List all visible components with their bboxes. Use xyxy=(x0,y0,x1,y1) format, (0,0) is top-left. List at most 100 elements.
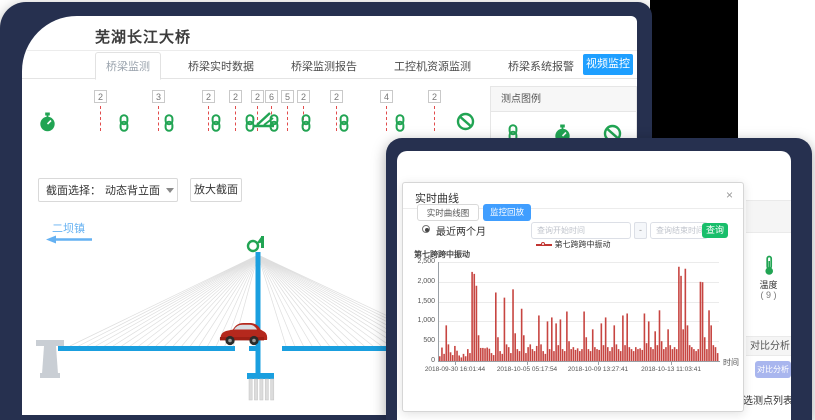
main-tab-4[interactable]: 工控机资源监测 xyxy=(384,53,481,79)
thermometer-icon[interactable] xyxy=(763,255,776,276)
chain-link-icon[interactable] xyxy=(210,114,222,132)
sensor-count-box: 2 xyxy=(94,90,107,103)
chart-gridline xyxy=(439,321,719,322)
main-tab-1[interactable]: 桥梁监测 xyxy=(95,52,161,80)
sensor-icon-wrap xyxy=(210,114,222,137)
temperature-count: ( 9 ) xyxy=(746,290,791,300)
sensor-count-box: 6 xyxy=(265,90,278,103)
x-axis-tick xyxy=(455,362,456,365)
compare-section-header: 对比分析 xyxy=(746,336,791,356)
y-axis-tick-label: 1,500 xyxy=(403,298,435,305)
anemometer-icon[interactable] xyxy=(248,236,264,251)
x-axis-tick xyxy=(671,362,672,365)
red-dashed-line xyxy=(100,106,101,131)
main-tabbar: 桥梁监测桥梁实时数据桥梁监测报告工控机资源监测桥梁系统报警 xyxy=(95,55,601,79)
sensor-icon-wrap xyxy=(338,114,350,137)
red-dashed-line xyxy=(235,106,236,131)
sensor-count-box: 2 xyxy=(202,90,215,103)
x-axis-tick-label: 2018-10-09 13:27:41 xyxy=(558,366,638,373)
y-axis-line xyxy=(438,262,439,361)
sensor-icon-wrap xyxy=(38,112,57,138)
query-start-time-input[interactable] xyxy=(531,222,631,239)
x-axis-line xyxy=(438,361,720,362)
chart-title: 第七跨跨中振动 xyxy=(414,249,470,260)
x-axis-title: 时间 xyxy=(723,357,739,368)
video-monitor-button[interactable]: 视频监控 xyxy=(583,54,633,75)
chain-link-icon[interactable] xyxy=(338,114,350,132)
recent-two-months-radio[interactable] xyxy=(422,225,430,233)
tab-realtime-curve[interactable]: 实时曲线图 xyxy=(417,204,479,221)
tower-pile-cap xyxy=(247,373,274,379)
y-axis-tick-label: 1,000 xyxy=(403,317,435,324)
bridge-deck-mid xyxy=(249,346,256,351)
curve-popup-window: 温度 ( 9 ) 对比分析 对比分析 已选测点列表 实时曲线 × 实时曲线图 监… xyxy=(397,151,791,420)
chart-gridline xyxy=(439,341,719,342)
chain-link-icon[interactable] xyxy=(163,114,175,132)
chart-series-bars xyxy=(439,262,719,361)
chart-gridline xyxy=(439,302,719,303)
bridge-pier xyxy=(36,340,64,378)
main-tab-5[interactable]: 桥梁系统报警 xyxy=(498,53,584,79)
section-select-group: 截面选择： 动态背立面 xyxy=(38,178,178,202)
sensor-count-box: 5 xyxy=(281,90,294,103)
y-axis-tick-label: 0 xyxy=(403,357,435,364)
chain-link-icon[interactable] xyxy=(300,114,312,132)
compare-analysis-button[interactable]: 对比分析 xyxy=(755,361,791,378)
realtime-curve-modal: 实时曲线 × 实时曲线图 监控回放 最近两个月 - 查询 第七跨跨中振动 第七跨… xyxy=(402,182,744,412)
section-select-label: 截面选择： xyxy=(39,182,105,198)
legend-panel-title: 测点图例 xyxy=(491,87,636,112)
direction-label: 二坝镇 xyxy=(52,220,85,236)
sensor-count-box: 2 xyxy=(330,90,343,103)
sensor-count-box: 2 xyxy=(428,90,441,103)
x-axis-tick-label: 2018-10-13 11:03:41 xyxy=(631,366,711,373)
stopwatch-icon[interactable] xyxy=(38,112,57,133)
sensor-icon-wrap xyxy=(163,114,175,137)
query-end-time-input[interactable] xyxy=(650,222,708,239)
radio-dot xyxy=(425,228,429,232)
chain-link-icon[interactable] xyxy=(394,114,406,132)
recent-two-months-label: 最近两个月 xyxy=(436,223,486,238)
close-icon[interactable]: × xyxy=(726,188,733,202)
red-dashed-line xyxy=(287,106,288,131)
red-dashed-line xyxy=(158,106,159,131)
sensor-count-box: 4 xyxy=(380,90,393,103)
y-axis-tick-label: 2,000 xyxy=(403,278,435,285)
section-select-dropdown[interactable]: 动态背立面 xyxy=(105,182,174,198)
chart-gridline xyxy=(439,262,719,263)
legend-line-marker-icon xyxy=(536,242,552,247)
sensor-count-box: 2 xyxy=(297,90,310,103)
screenshot-stage: 芜湖长江大桥 桥梁监测桥梁实时数据桥梁监测报告工控机资源监测桥梁系统报警 视频监… xyxy=(0,0,815,420)
sensor-count-box: 3 xyxy=(152,90,165,103)
red-dashed-line xyxy=(434,106,435,131)
tower-piles xyxy=(249,379,274,400)
date-range-separator: - xyxy=(634,222,647,239)
chain-link-icon[interactable] xyxy=(118,114,130,132)
no-entry-icon[interactable] xyxy=(456,112,475,131)
sensor-count-box: 2 xyxy=(229,90,242,103)
x-axis-tick-label: 2018-09-30 16:01:44 xyxy=(415,366,495,373)
query-button[interactable]: 查询 xyxy=(702,223,728,238)
desktop-black-region xyxy=(650,0,738,140)
y-axis-tick-label: 500 xyxy=(403,337,435,344)
red-dashed-line xyxy=(336,106,337,131)
main-tab-3[interactable]: 桥梁监测报告 xyxy=(281,53,367,79)
side-panel-header-band xyxy=(746,200,791,233)
chart-gridline xyxy=(439,282,719,283)
zoom-section-button[interactable]: 放大截面 xyxy=(190,178,242,202)
chevron-down-icon xyxy=(166,188,174,193)
title-divider xyxy=(22,50,637,51)
sensor-icon-wrap xyxy=(268,114,280,137)
red-dashed-line xyxy=(208,106,209,131)
sensor-icon-wrap xyxy=(456,112,475,136)
x-axis-tick-label: 2018-10-05 05:17:54 xyxy=(487,366,567,373)
section-select-value: 动态背立面 xyxy=(105,182,160,198)
sensor-icon-wrap xyxy=(118,114,130,137)
legend-series-label: 第七跨跨中振动 xyxy=(555,240,611,249)
chain-link-icon[interactable] xyxy=(268,114,280,132)
main-tab-2[interactable]: 桥梁实时数据 xyxy=(178,53,264,79)
tab-monitor-playback[interactable]: 监控回放 xyxy=(483,204,531,221)
sensor-icon-wrap xyxy=(300,114,312,137)
page-title: 芜湖长江大桥 xyxy=(95,26,191,47)
bridge-tower xyxy=(256,252,261,373)
sensor-count-box: 2 xyxy=(251,90,264,103)
